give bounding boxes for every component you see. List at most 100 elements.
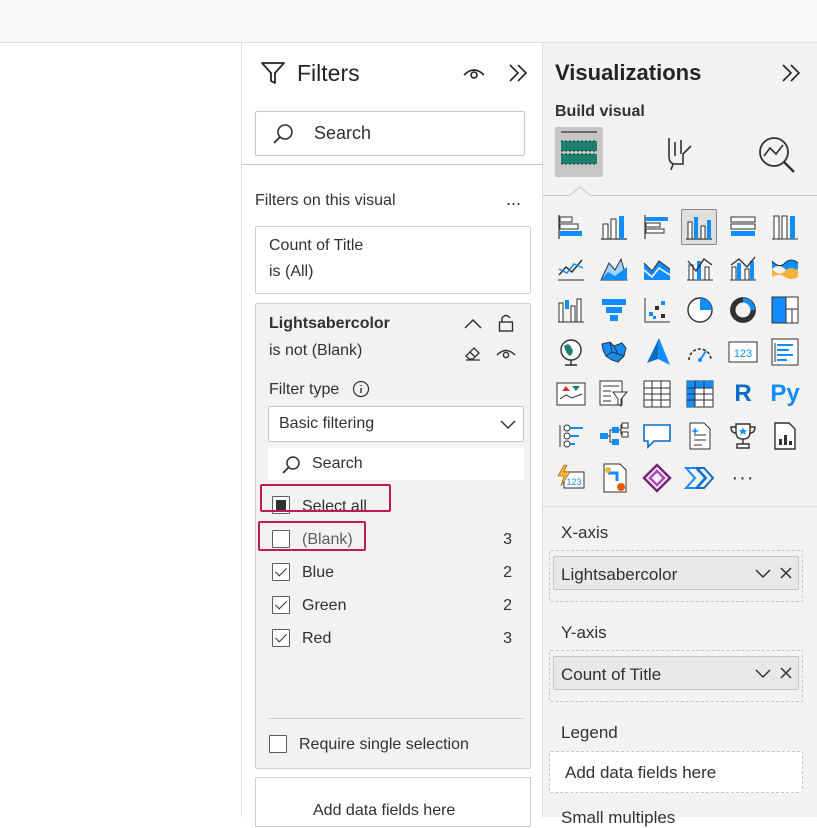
smart-narrative-icon[interactable] [683, 419, 717, 453]
clustered-column-chart-icon[interactable] [681, 209, 717, 245]
line-and-clustered-column-chart-icon[interactable] [726, 251, 760, 285]
stacked-bar-chart-icon[interactable] [554, 210, 588, 244]
filter-field-name: Lightsabercolor [269, 315, 390, 332]
r-label: R [734, 380, 752, 407]
chevron-down-icon[interactable] [754, 566, 772, 582]
paginated-report-icon[interactable] [768, 419, 802, 453]
eye-icon[interactable] [462, 63, 486, 83]
chevron-up-icon[interactable] [463, 315, 483, 333]
green-checkbox[interactable] [272, 596, 290, 614]
eye-icon[interactable] [495, 345, 517, 361]
ribbon-chart-icon[interactable] [768, 251, 802, 285]
table-icon[interactable] [640, 377, 674, 411]
list-item-label: Red [302, 630, 332, 647]
more-options-icon[interactable]: ... [506, 189, 521, 210]
funnel-chart-icon[interactable] [597, 293, 631, 327]
visualizations-pane: Visualizations Build visual 123 R Py 123… [543, 43, 817, 827]
stacked-area-chart-icon[interactable] [640, 251, 674, 285]
visualizations-title: Visualizations [555, 60, 702, 85]
card-icon[interactable]: 123 [726, 335, 760, 369]
100-stacked-column-chart-icon[interactable] [768, 210, 802, 244]
line-and-stacked-column-chart-icon[interactable] [683, 251, 717, 285]
y-axis-well[interactable]: Count of Title [549, 650, 803, 702]
red-checkbox[interactable] [272, 629, 290, 647]
kpi-icon[interactable] [554, 377, 588, 411]
filters-on-visual-label: Filters on this visual [255, 192, 396, 209]
report-canvas[interactable] [0, 43, 241, 817]
line-chart-icon[interactable] [554, 251, 588, 285]
decomposition-tree-icon[interactable] [597, 419, 631, 453]
power-apps-icon-number: 123 [566, 477, 581, 487]
stacked-column-chart-icon[interactable] [597, 210, 631, 244]
azure-map-icon[interactable] [640, 335, 674, 369]
100-stacked-bar-chart-icon[interactable] [726, 210, 760, 244]
filter-type-label: Filter type [269, 381, 340, 398]
gauge-icon[interactable] [683, 335, 717, 369]
key-influencers-icon[interactable] [554, 419, 588, 453]
power-apps-icon[interactable]: 123 [554, 461, 588, 495]
analytics-icon[interactable] [755, 133, 799, 175]
area-chart-icon[interactable] [597, 251, 631, 285]
scatter-chart-icon[interactable] [640, 293, 674, 327]
list-item-label: Green [302, 597, 347, 614]
filters-pane: Filters Search Filters on this visual ..… [241, 43, 544, 827]
add-data-fields-drop[interactable]: Add data fields here [255, 777, 531, 827]
matrix-icon[interactable] [683, 377, 717, 411]
filter-condition: is (All) [269, 263, 314, 280]
r-script-visual-icon[interactable]: R [726, 377, 760, 411]
require-single-selection-checkbox[interactable] [269, 735, 287, 753]
x-axis-well[interactable]: Lightsabercolor [549, 550, 803, 602]
filter-condition: is not (Blank) [269, 342, 363, 359]
filled-map-icon[interactable] [597, 335, 631, 369]
filters-search-input[interactable]: Search [255, 111, 525, 156]
eraser-icon[interactable] [463, 343, 483, 363]
info-icon[interactable] [352, 380, 370, 398]
list-item-label: Blue [302, 564, 335, 581]
pie-chart-icon[interactable] [683, 293, 717, 327]
filter-card-count-of-title[interactable]: Count of Title is (All) [255, 226, 531, 294]
add-fields-placeholder: Add data fields here [565, 763, 717, 782]
add-fields-label: Add data fields here [313, 802, 456, 819]
more-visuals-icon[interactable]: ··· [726, 461, 760, 495]
donut-chart-icon[interactable] [726, 293, 760, 327]
item-count: 3 [503, 531, 512, 548]
legend-well[interactable]: Add data fields here [549, 751, 803, 793]
top-ribbon [0, 0, 817, 43]
power-automate-icon[interactable] [597, 461, 631, 495]
tab-notch [569, 187, 591, 197]
map-icon[interactable] [554, 335, 588, 369]
multi-row-card-icon[interactable] [768, 335, 802, 369]
values-search-input[interactable]: Search [268, 448, 524, 480]
highlight-box [258, 521, 366, 551]
filter-card-lightsabercolor[interactable]: Lightsabercolor is not (Blank) Filter ty… [255, 303, 531, 769]
x-axis-field-pill[interactable]: Lightsabercolor [553, 556, 799, 590]
slicer-icon[interactable] [597, 377, 631, 411]
y-axis-label: Y-axis [561, 623, 607, 642]
clustered-bar-chart-icon[interactable] [640, 210, 674, 244]
format-visual-icon[interactable] [660, 133, 696, 173]
collapse-pane-icon[interactable] [779, 61, 803, 85]
close-icon[interactable] [778, 565, 794, 581]
metrics-icon[interactable] [726, 419, 760, 453]
item-count: 2 [503, 597, 512, 614]
tab-build-visual[interactable] [555, 127, 603, 177]
waterfall-chart-icon[interactable] [554, 293, 588, 327]
close-icon[interactable] [778, 665, 794, 681]
divider [242, 164, 544, 165]
blue-checkbox[interactable] [272, 563, 290, 581]
y-axis-field-pill[interactable]: Count of Title [553, 656, 799, 690]
filter-type-dropdown[interactable]: Basic filtering [268, 406, 524, 442]
chevron-down-icon[interactable] [754, 666, 772, 682]
small-multiples-label: Small multiples [561, 808, 676, 827]
python-visual-icon[interactable]: Py [766, 377, 804, 411]
power-automate-chevron-icon[interactable] [683, 461, 717, 495]
collapse-pane-icon[interactable] [506, 61, 530, 85]
qa-icon[interactable] [640, 419, 674, 453]
build-visual-label: Build visual [555, 103, 645, 120]
chevron-down-icon [499, 418, 517, 432]
treemap-icon[interactable] [768, 293, 802, 327]
search-placeholder: Search [312, 455, 363, 472]
lock-icon[interactable] [496, 312, 516, 334]
search-icon [270, 122, 296, 146]
power-apps-diamond-icon[interactable] [640, 461, 674, 495]
